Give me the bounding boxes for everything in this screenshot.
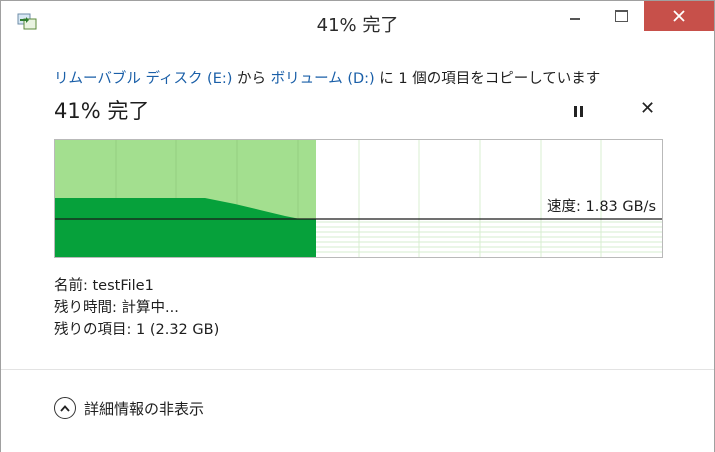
transfer-graph: 速度: 1.83 GB/s <box>54 139 663 258</box>
copy-mid-text: から <box>232 71 271 87</box>
destination-link[interactable]: ボリューム (D:) <box>271 71 375 87</box>
minimize-button[interactable] <box>552 1 598 31</box>
time-remaining-line: 残り時間: 計算中... <box>54 300 179 316</box>
copy-description: リムーバブル ディスク (E:) から ボリューム (D:) に 1 個の項目を… <box>54 67 600 88</box>
dialog-content: リムーバブル ディスク (E:) から ボリューム (D:) に 1 個の項目を… <box>14 43 700 365</box>
close-icon <box>673 10 685 22</box>
pause-icon <box>573 105 577 117</box>
close-window-button[interactable] <box>644 1 714 31</box>
hide-details-toggle[interactable]: 詳細情報の非表示 <box>54 397 204 419</box>
title-bar[interactable]: 41% 完了 <box>1 1 714 43</box>
speed-label: 速度: 1.83 GB/s <box>546 199 656 215</box>
chevron-up-icon <box>54 397 76 419</box>
maximize-icon <box>614 10 628 22</box>
minimize-icon <box>570 18 580 20</box>
file-name-line: 名前: testFile1 <box>54 278 154 294</box>
file-copy-dialog: 41% 完了 リムーバブル ディスク (E:) から ボリューム (D:) に … <box>0 0 715 452</box>
copy-suffix-text: に 1 個の項目をコピーしています <box>374 71 601 87</box>
percent-complete: 41% 完了 <box>54 99 150 123</box>
hide-details-label: 詳細情報の非表示 <box>84 399 205 418</box>
maximize-button[interactable] <box>598 1 644 31</box>
cancel-button[interactable]: ✕ <box>640 100 655 118</box>
details-panel: 名前: testFile1 残り時間: 計算中... 残りの項目: 1 (2.3… <box>54 275 219 341</box>
source-link[interactable]: リムーバブル ディスク (E:) <box>54 71 232 87</box>
close-icon: ✕ <box>640 98 656 119</box>
pause-button[interactable] <box>570 103 586 119</box>
items-remaining-line: 残りの項目: 1 (2.32 GB) <box>54 322 220 338</box>
dialog-footer: 詳細情報の非表示 <box>1 369 714 452</box>
